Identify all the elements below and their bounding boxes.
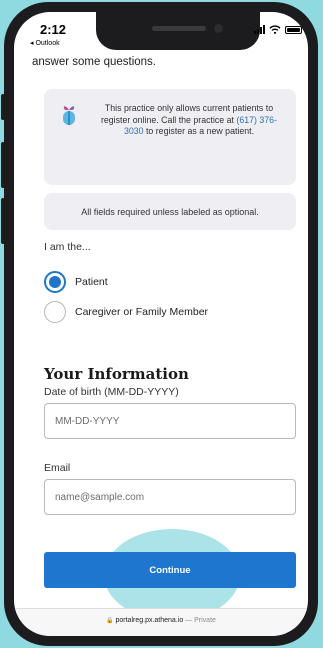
role-label: I am the... [44, 241, 91, 253]
registration-page: answer some questions. This practice onl… [14, 12, 308, 636]
url-line: 🔒 portalreg.px.athena.io — Private [14, 617, 308, 624]
browser-address-bar[interactable]: 🔒 portalreg.px.athena.io — Private [14, 608, 308, 636]
phone-frame: 2:12 ◂ Outlook answer some questions. Th… [1, 2, 318, 646]
intro-text: answer some questions. [32, 56, 157, 68]
status-icons [254, 25, 302, 34]
lock-icon: 🔒 [106, 618, 114, 624]
role-option-patient[interactable]: Patient [44, 271, 108, 293]
private-mode-label: Private [194, 617, 216, 624]
screen: 2:12 ◂ Outlook answer some questions. Th… [14, 12, 308, 636]
email-input[interactable] [44, 479, 296, 515]
gift-icon [63, 106, 75, 125]
required-fields-note: All fields required unless labeled as op… [44, 193, 296, 230]
url-separator: — [185, 617, 193, 624]
section-title: Your Information [44, 365, 189, 383]
signal-icon [254, 25, 265, 34]
status-time: 2:12 [40, 22, 67, 37]
registration-notice: This practice only allows current patien… [44, 89, 296, 185]
radio-unselected[interactable] [44, 301, 66, 323]
mute-switch [1, 94, 5, 120]
back-to-app-link[interactable]: ◂ Outlook [30, 39, 60, 47]
url-text: portalreg.px.athena.io [115, 617, 184, 624]
volume-down-button [1, 198, 5, 244]
notch [96, 12, 260, 50]
camera [214, 24, 223, 33]
role-option-label: Caregiver or Family Member [75, 306, 209, 318]
role-option-caregiver[interactable]: Caregiver or Family Member [44, 301, 208, 323]
role-option-label: Patient [75, 276, 108, 288]
volume-up-button [1, 142, 5, 188]
dob-input[interactable] [44, 403, 296, 439]
dob-label: Date of birth (MM-DD-YYYY) [44, 386, 179, 398]
notice-text: This practice only allows current patien… [94, 103, 284, 138]
speaker [152, 26, 206, 31]
notice-text-end: to register as a new patient. [145, 126, 255, 137]
battery-icon [285, 25, 302, 34]
radio-selected[interactable] [44, 271, 66, 293]
continue-button[interactable]: Continue [44, 552, 296, 588]
wifi-icon [269, 25, 281, 34]
email-label: Email [44, 462, 71, 474]
